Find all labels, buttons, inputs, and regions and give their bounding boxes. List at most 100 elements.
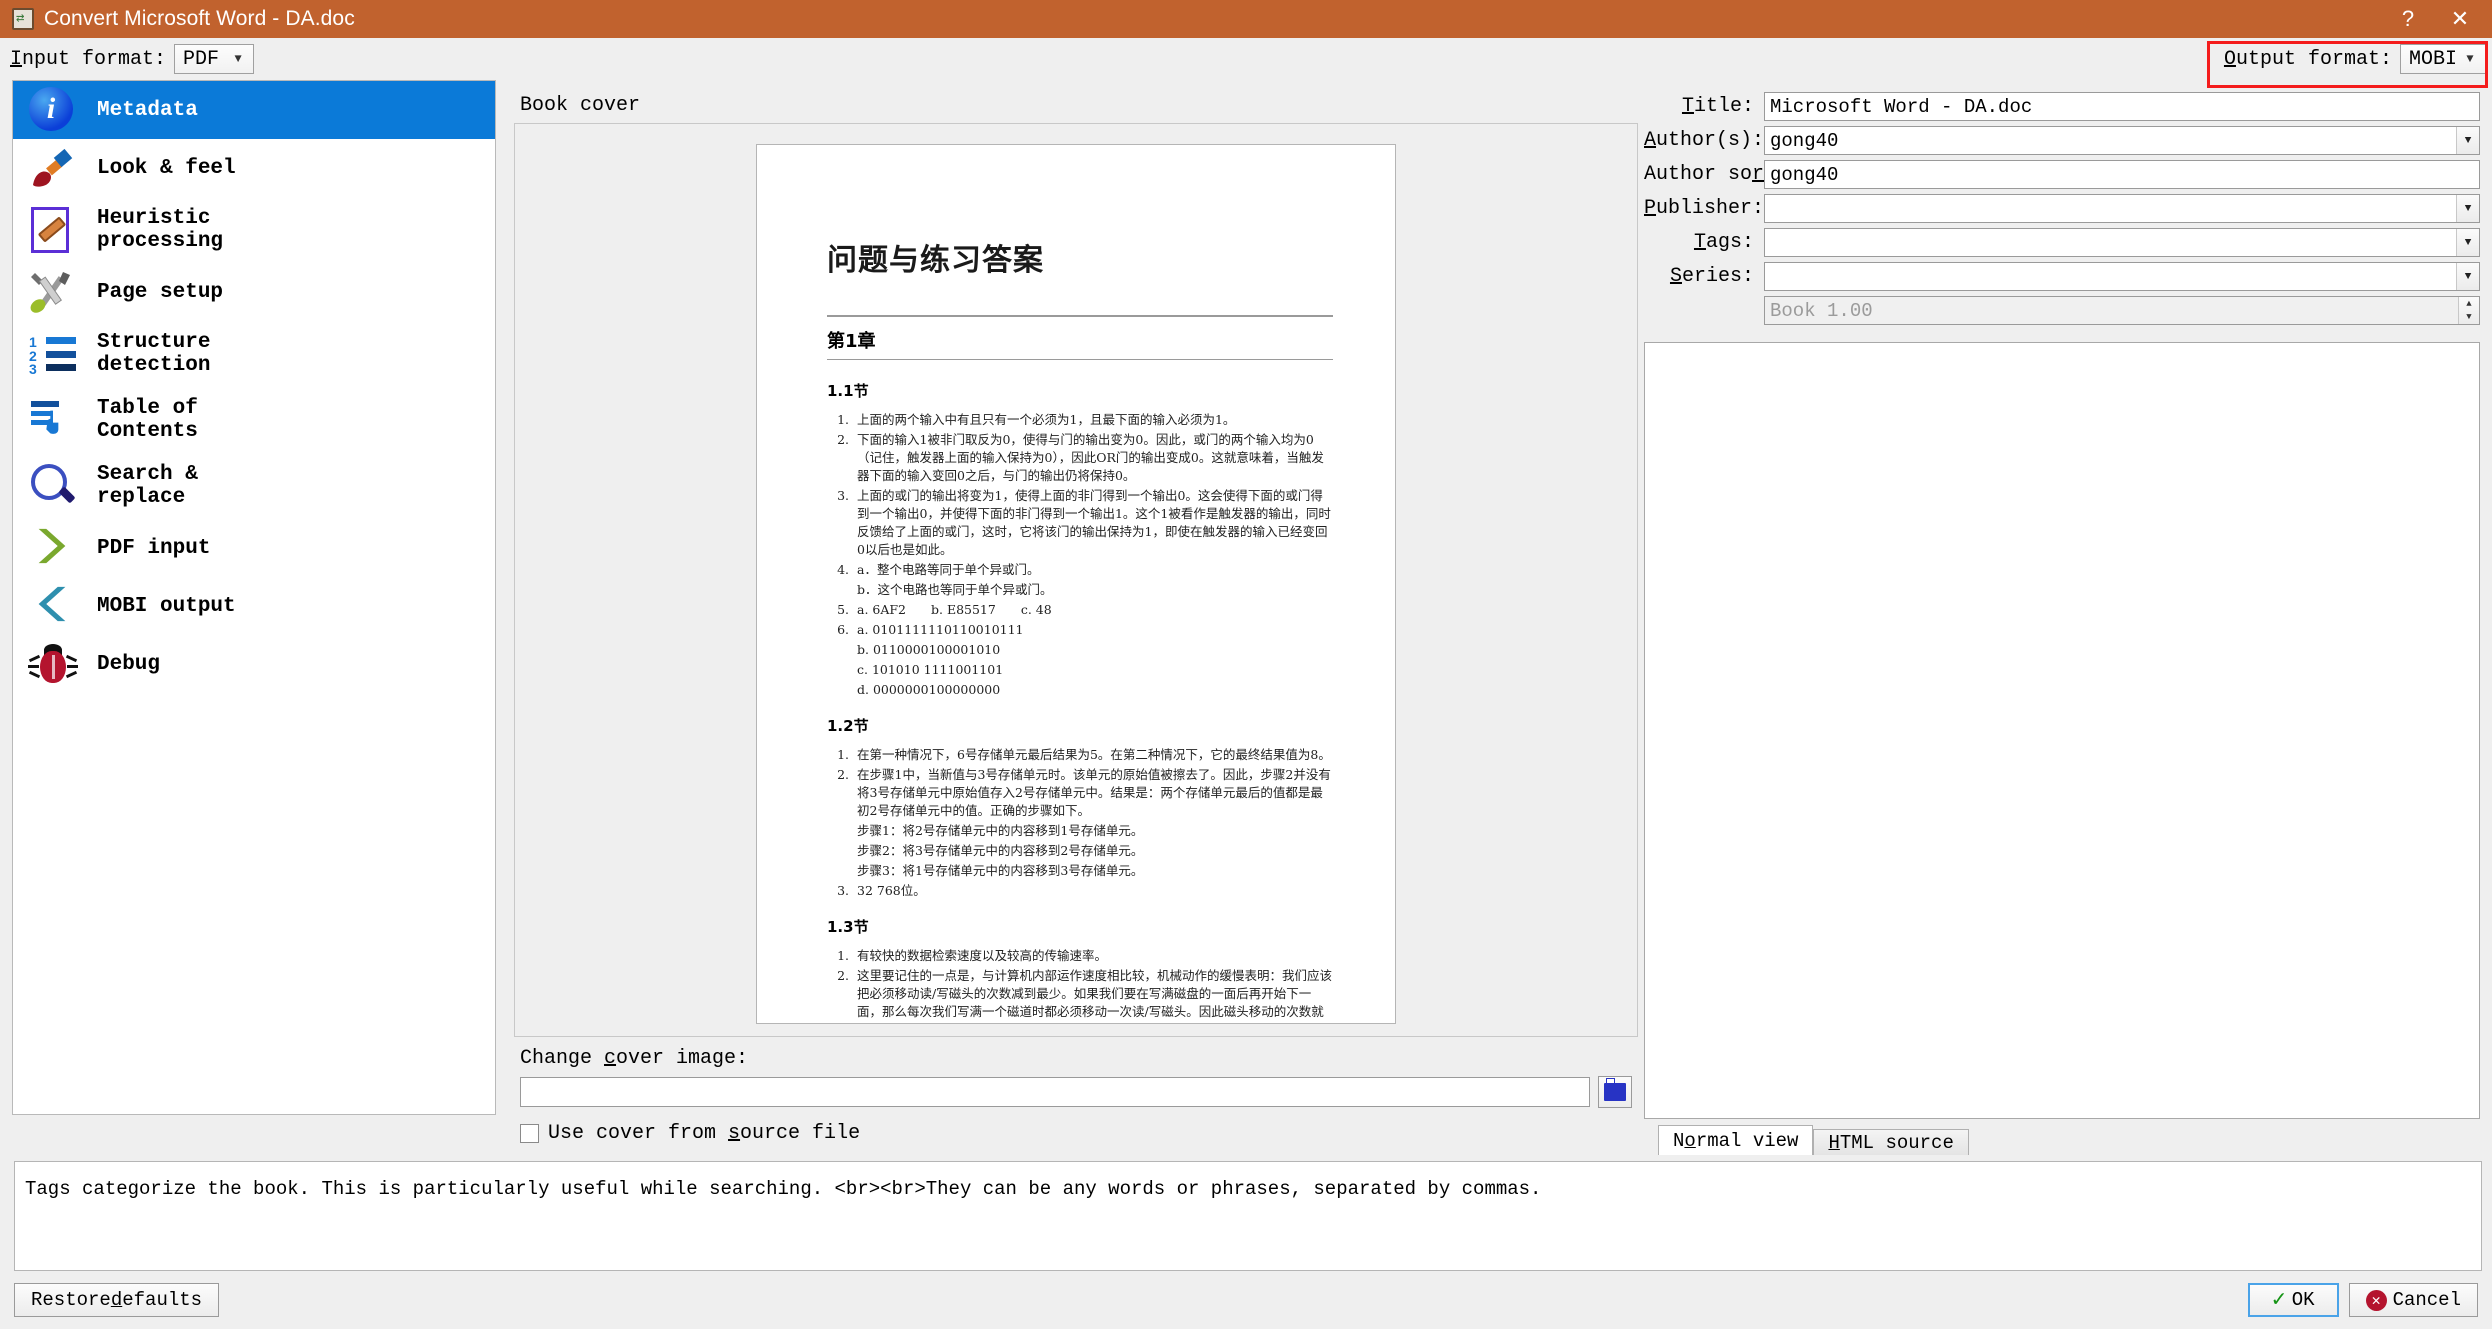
cover-list-text: 步骤1：将2号存储单元中的内容移到1号存储单元。 [857,823,1144,838]
paintbrush-icon [29,145,81,191]
stepper-down-icon[interactable]: ▼ [2459,311,2479,325]
chevron-down-icon[interactable]: ▼ [2456,195,2479,222]
sidebar-item-label: Heuristic processing [97,207,224,253]
cover-path-input[interactable] [520,1077,1590,1107]
cover-list-number: 6. [837,622,849,637]
metadata-field-input[interactable]: Book 1.00 ▲ ▼ [1764,296,2480,325]
metadata-row: Publisher: ▼ [1644,194,2480,223]
sidebar-item-label: Page setup [97,280,224,304]
metadata-field-label: Publisher: [1644,197,1765,220]
series-index-stepper[interactable]: ▲ ▼ [2458,297,2479,324]
cover-list-item: 1. 在第一种情况下，6号存储单元最后结果为5。在第二种情况下，它的最终结果值为8… [827,746,1333,764]
toc-hand-icon [29,397,81,443]
metadata-field-input[interactable]: ▼ [1764,194,2480,223]
metadata-panel: Title: Microsoft Word - DA.doc Author(s): g… [1644,80,2484,1155]
metadata-field-input[interactable]: ▼ [1764,228,2480,257]
output-format-group: Output format: MOBI ▼ [2224,38,2486,80]
format-bar: Input format: PDF ▼ Output format: MOBI … [0,38,2492,88]
cover-list-number [827,661,857,679]
input-format-value: PDF [183,47,220,71]
cover-list-number [827,842,857,860]
cover-list-number: 3. [837,488,849,503]
cover-list-item: 2. 下面的输入1被非门取反为0，使得与门的输出变为0。因此，或门的两个输入均为0… [827,431,1333,485]
metadata-field-input[interactable]: ▼ [1764,262,2480,291]
cover-list-number: 1. [837,948,849,963]
cover-list-number: 2. [837,432,849,447]
metadata-field-input[interactable]: Microsoft Word - DA.doc [1764,92,2480,121]
restore-defaults-button[interactable]: Restore d efaults [14,1283,220,1317]
cover-list-number [827,641,857,659]
document-bandage-icon [29,207,81,253]
cover-section-list: 1. 在第一种情况下，6号存储单元最后结果为5。在第二种情况下，它的最终结果值为8… [827,746,1333,900]
window-title: Convert Microsoft Word - DA.doc [44,7,355,30]
cover-list-text: 下面的输入1被非门取反为0，使得与门的输出变为0。因此，或门的两个输入均为0（记… [857,432,1324,483]
help-button[interactable]: ? [2382,0,2434,38]
cover-list-text: b. 0110000100001010 [857,642,1001,657]
close-icon[interactable]: ✕ [2434,0,2486,38]
metadata-field-label: Tags: [1693,231,1754,254]
input-format-group: Input format: PDF ▼ [10,44,255,74]
output-format-label: Output format: [2223,47,2392,71]
metadata-row: Author sort:gong40 [1644,160,2480,189]
ok-button[interactable]: ✓ OK [2247,1283,2339,1317]
cover-list-item: 5. a. 6AF2 b. E85517 c. 48 [827,601,1333,619]
metadata-row: Series: ▼ [1644,262,2480,291]
sidebar-item-label: PDF input [97,536,211,560]
change-cover-label: Change cover image: [520,1047,749,1070]
browse-cover-button[interactable] [1598,1076,1632,1108]
cover-title: 问题与练习答案 [827,243,1044,278]
chevron-down-icon: ▼ [2466,52,2474,66]
cover-list-text: 这里要记住的一点是，与计算机内部运作速度相比较，机械动作的缓慢表明：我们应该把必… [857,968,1333,1023]
cover-list-text: a. 6AF2 b. E85517 c. 48 [857,602,1052,617]
tab-normal-view[interactable]: No rmal view [1658,1125,1814,1155]
cover-list-number: 4. [837,562,849,577]
comments-editor[interactable] [1644,342,2480,1119]
check-icon: ✓ [2271,1286,2286,1313]
cover-list-number [827,681,857,699]
use-source-cover-label: Use cover from source file [548,1122,861,1145]
sidebar-item-search-replace[interactable]: Search & replace [13,453,495,519]
cover-list-item: b. 0110000100001010 [827,641,1333,659]
output-format-combo[interactable]: MOBI ▼ [2400,44,2486,74]
tab-html-source[interactable]: H TML source [1813,1129,1969,1155]
sidebar-item-metadata[interactable]: i Metadata [13,81,495,139]
cover-list-item: 4. a．整个电路等同于单个异或门。 [827,561,1333,579]
chevron-down-icon[interactable]: ▼ [2456,127,2479,154]
chevron-down-icon[interactable]: ▼ [2456,229,2479,256]
cover-panel: Book cover 问题与练习答案 第1章 1.1节 1. 上面的两个输入中有且只… [496,80,1644,1155]
comments-view-tabs[interactable]: No rmal view H TML source [1644,1123,2480,1155]
metadata-field-label: Author sort: [1644,163,1788,186]
cover-section-heading: 1.1节 [827,382,869,400]
use-source-cover-row[interactable]: Use cover from source file [520,1122,1632,1145]
settings-sidebar[interactable]: i Metadata Look & feel Heuristic process… [12,80,496,1115]
sidebar-item-pdf-input[interactable]: PDF input [13,519,495,577]
sidebar-item-structure-detection[interactable]: 1 2 3 Structure detection [13,321,495,387]
cover-list-number: 2. [837,968,849,983]
app-convert-icon: ⇄ [12,8,34,30]
input-format-combo[interactable]: PDF ▼ [174,44,255,74]
metadata-field-input[interactable]: gong40 ▼ [1764,126,2480,155]
sidebar-item-label: Table of Contents [97,397,198,443]
sidebar-item-page-setup[interactable]: Page setup [13,263,495,321]
folder-icon [1604,1078,1626,1101]
sidebar-item-label: Look & feel [97,156,236,180]
cover-list-number: 3. [837,883,849,898]
close-circle-icon: ✕ [2365,1289,2387,1311]
sidebar-item-look-and-feel[interactable]: Look & feel [13,139,495,197]
chevron-down-icon[interactable]: ▼ [2456,263,2479,290]
cover-list-item: 1. 上面的两个输入中有且只有一个必须为1，且最下面的输入必须为1。 [827,411,1333,429]
window-controls: ? ✕ [2382,0,2486,38]
cancel-button[interactable]: ✕ Cancel [2348,1283,2478,1317]
sidebar-item-debug[interactable]: Debug [13,635,495,693]
cover-preview-area[interactable]: 问题与练习答案 第1章 1.1节 1. 上面的两个输入中有且只有一个必须为1，且最下… [514,123,1638,1037]
sidebar-item-mobi-output[interactable]: MOBI output [13,577,495,635]
cover-list-item: b．这个电路也等同于单个异或门。 [827,581,1333,599]
stepper-up-icon[interactable]: ▲ [2459,297,2479,311]
cover-list-number: 5. [837,602,849,617]
sidebar-item-heuristic-processing[interactable]: Heuristic processing [13,197,495,263]
sidebar-item-label: Metadata [97,98,198,122]
use-source-cover-checkbox[interactable] [520,1124,539,1143]
sidebar-item-table-of-contents[interactable]: Table of Contents [13,387,495,453]
metadata-field-value: gong40 [1770,129,1839,152]
metadata-field-input[interactable]: gong40 [1764,160,2480,189]
